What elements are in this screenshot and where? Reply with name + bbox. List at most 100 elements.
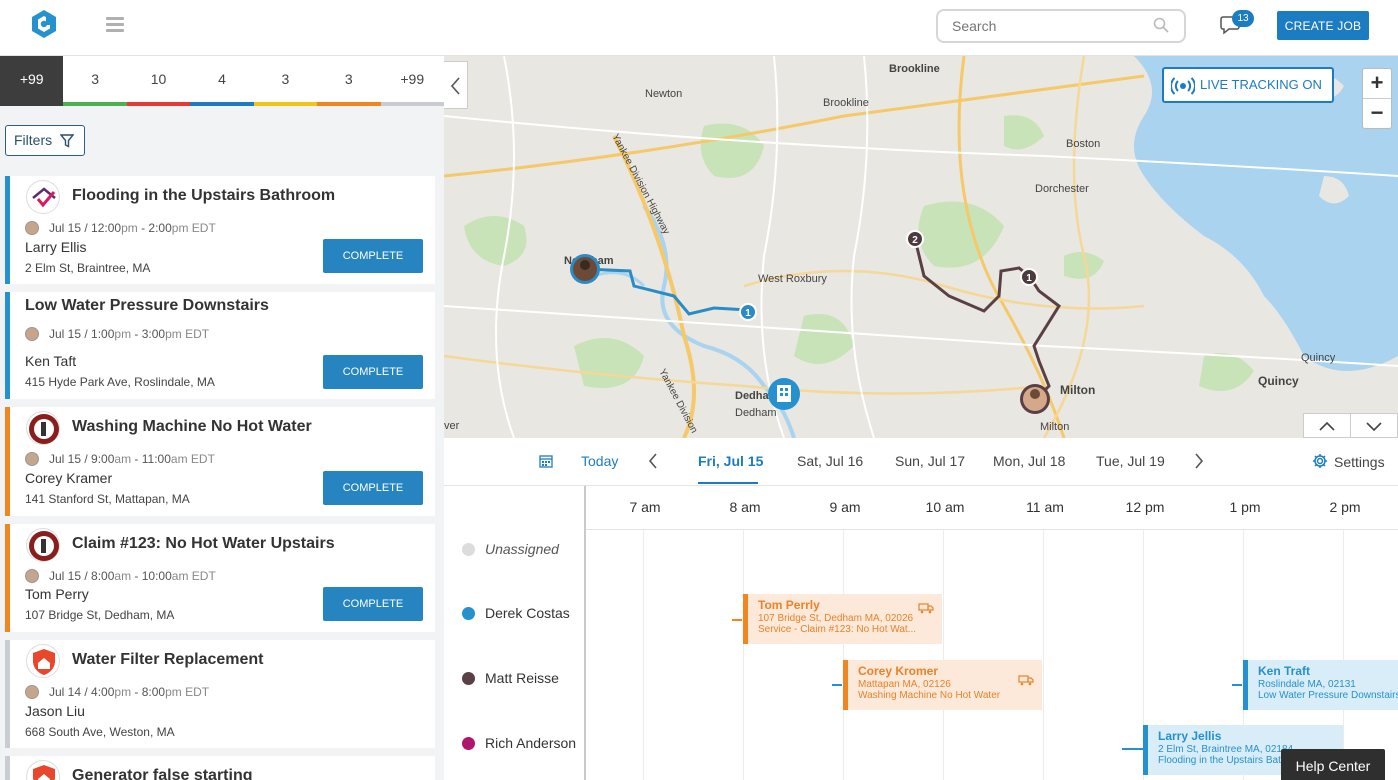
complete-button[interactable]: COMPLETE [323, 239, 423, 273]
schedule-event[interactable]: Tom Perrly 107 Bridge St, Dedham MA, 020… [743, 594, 942, 644]
status-count-tabs: +99 3 10 4 3 3 +99 [0, 56, 444, 106]
job-card[interactable]: Claim #123: No Hot Water Upstairs Jul 15… [5, 524, 435, 632]
job-card[interactable]: Washing Machine No Hot Water Jul 15 / 9:… [5, 407, 435, 516]
top-bar: 13 CREATE JOB [0, 0, 1398, 56]
live-tracking-toggle[interactable]: LIVE TRACKING ON [1162, 67, 1334, 103]
job-title: Generator false starting [72, 767, 253, 780]
chevron-down-icon[interactable] [1351, 414, 1397, 437]
schedule-event[interactable]: Corey Kromer Mattapan MA, 02126 Washing … [843, 660, 1042, 710]
status-tab-green[interactable]: 3 [63, 56, 127, 106]
svg-text:1: 1 [1026, 273, 1032, 284]
route-marker[interactable]: 1 [1020, 268, 1038, 286]
job-title: Low Water Pressure Downstairs [25, 297, 269, 314]
chevron-left-icon[interactable] [647, 452, 659, 470]
job-time: Jul 15 / 12:00pm - 2:00pm EDT [25, 221, 216, 235]
collapse-panel-button[interactable] [444, 61, 468, 109]
today-button[interactable]: Today [581, 453, 618, 469]
chevron-right-icon[interactable] [1193, 452, 1205, 470]
job-time: Jul 15 / 9:00am - 11:00am EDT [25, 452, 215, 466]
hour-label: 8 am [729, 499, 761, 515]
technician-row-label[interactable]: Rich Anderson [462, 735, 576, 751]
route-marker[interactable]: 2 [906, 230, 924, 248]
customer-name: Jason Liu [25, 703, 85, 719]
calendar-icon[interactable] [539, 454, 553, 468]
office-icon[interactable] [768, 378, 800, 410]
technician-location-avatar[interactable] [1020, 384, 1050, 414]
menu-icon[interactable] [106, 17, 124, 33]
day-navigation: Today Fri, Jul 15 Sat, Jul 16 Sun, Jul 1… [444, 438, 1398, 486]
status-tab-yellow[interactable]: 3 [253, 56, 318, 106]
hour-label: 11 am [1026, 499, 1064, 515]
technician-row-label[interactable]: Derek Costas [462, 605, 570, 621]
map-canvas: Brookline Newton Brookline Boston Dorche… [444, 56, 1398, 438]
job-time: Jul 15 / 8:00am - 10:00am EDT [25, 569, 216, 583]
job-card[interactable]: Low Water Pressure Downstairs Jul 15 / 1… [5, 292, 435, 399]
filters-label: Filters [14, 132, 53, 148]
grid-line [1343, 530, 1344, 780]
hour-label: 2 pm [1329, 499, 1361, 515]
zoom-in-button[interactable]: + [1363, 69, 1391, 99]
customer-address: 107 Bridge St, Dedham, MA [25, 608, 175, 622]
status-tab-all[interactable]: +99 [0, 56, 64, 106]
job-card[interactable]: Generator false starting [5, 756, 435, 780]
technician-row-label[interactable]: Matt Reisse [462, 670, 559, 686]
map-label: Dorchester [1035, 183, 1089, 195]
filters-button[interactable]: Filters [5, 125, 85, 156]
grid-line [943, 530, 944, 780]
status-tab-blue[interactable]: 4 [190, 56, 254, 106]
svg-text:1: 1 [745, 308, 751, 319]
map-label: Quincy [1301, 352, 1336, 364]
job-title: Water Filter Replacement [72, 651, 264, 668]
timeline-grid: 7 am 8 am 9 am 10 am 11 am 12 pm 1 pm 2 … [584, 486, 1398, 780]
map-label: Brookline [823, 97, 869, 109]
day-tab[interactable]: Mon, Jul 18 [993, 453, 1065, 469]
hour-header: 7 am 8 am 9 am 10 am 11 am 12 pm 1 pm 2 … [586, 486, 1398, 530]
hour-label: 7 am [629, 499, 661, 515]
schedule-event[interactable]: Ken Traft Roslindale MA, 02131 Low Water… [1243, 660, 1398, 710]
map[interactable]: Brookline Newton Brookline Boston Dorche… [444, 56, 1398, 438]
company-logo-icon [26, 411, 60, 445]
day-tab[interactable]: Sun, Jul 17 [895, 453, 965, 469]
complete-button[interactable]: COMPLETE [323, 355, 423, 389]
zoom-control: + − [1362, 68, 1392, 129]
create-job-button[interactable]: CREATE JOB [1277, 11, 1369, 40]
day-tab[interactable]: Sat, Jul 16 [797, 453, 863, 469]
status-tab-red[interactable]: 10 [126, 56, 191, 106]
search-input[interactable] [936, 9, 1186, 43]
app-logo-icon[interactable] [31, 9, 57, 39]
chevron-up-icon[interactable] [1304, 414, 1351, 437]
customer-address: 2 Elm St, Braintree, MA [25, 261, 151, 275]
technician-row-label[interactable]: Unassigned [462, 541, 559, 557]
job-list-panel: +99 3 10 4 3 3 +99 Filters Flooding in t… [0, 56, 444, 780]
shield-house-icon [26, 644, 60, 678]
day-tab[interactable]: Fri, Jul 15 [698, 453, 763, 469]
technician-location-avatar[interactable] [570, 254, 600, 284]
route-marker[interactable]: 1 [739, 303, 757, 321]
zoom-out-button[interactable]: − [1363, 99, 1391, 129]
customer-name: Larry Ellis [25, 239, 87, 255]
customer-address: 141 Stanford St, Mattapan, MA [25, 492, 190, 506]
complete-button[interactable]: COMPLETE [323, 587, 423, 621]
customer-address: 415 Hyde Park Ave, Roslindale, MA [25, 375, 215, 389]
truck-icon [1018, 675, 1034, 686]
settings-button[interactable]: Settings [1312, 453, 1385, 470]
live-tracking-label: LIVE TRACKING ON [1200, 77, 1322, 92]
complete-button[interactable]: COMPLETE [323, 471, 423, 505]
job-card[interactable]: Flooding in the Upstairs Bathroom Jul 15… [5, 176, 435, 284]
technician-color-dot [462, 672, 475, 685]
status-tab-orange[interactable]: 3 [317, 56, 381, 106]
job-card[interactable]: Water Filter Replacement Jul 14 / 4:00pm… [5, 640, 435, 748]
shield-house-icon [26, 760, 60, 780]
technician-avatar [25, 685, 39, 699]
search-icon[interactable] [1153, 17, 1169, 33]
svg-text:2: 2 [912, 235, 918, 246]
technician-color-dot [462, 543, 475, 556]
status-tab-grey[interactable]: +99 [380, 56, 444, 106]
day-tab[interactable]: Tue, Jul 19 [1096, 453, 1165, 469]
map-label: Newton [645, 88, 682, 100]
map-label: Dedham [735, 407, 777, 419]
help-center-button[interactable]: Help Center [1281, 749, 1385, 780]
travel-indicator [1232, 684, 1242, 686]
job-title: Washing Machine No Hot Water [72, 418, 312, 435]
travel-indicator [832, 684, 842, 686]
